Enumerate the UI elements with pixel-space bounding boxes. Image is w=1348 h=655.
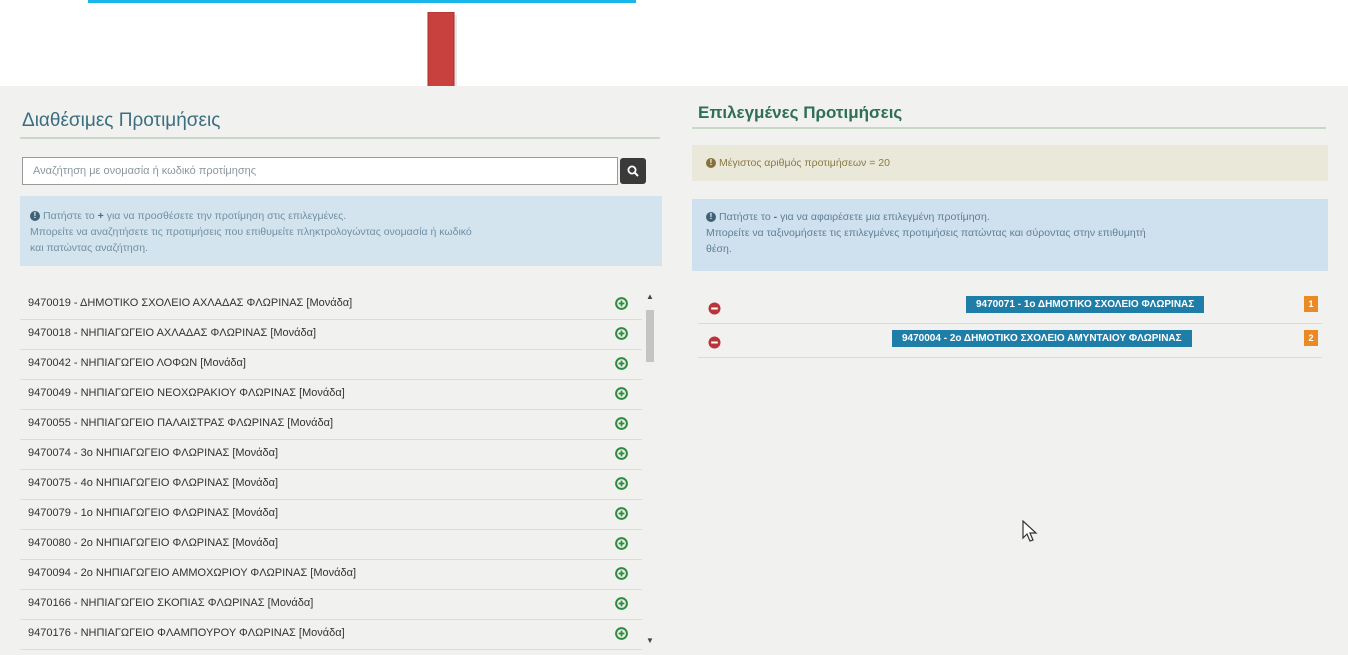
list-item-label: 9470094 - 2ο ΝΗΠΙΑΓΩΓΕΙΟ ΑΜΜΟΧΩΡΙΟΥ ΦΛΩΡ… [28, 567, 357, 579]
search-input[interactable]: Αναζήτηση με ονομασία ή κωδικό προτίμηση… [22, 157, 618, 185]
list-item-label: 9470074 - 3ο ΝΗΠΙΑΓΩΓΕΙΟ ΦΛΩΡΙΝΑΣ [Μονάδ… [28, 447, 279, 459]
list-item-label: 9470079 - 1ο ΝΗΠΙΑΓΩΓΕΙΟ ΦΛΩΡΙΝΑΣ [Μονάδ… [28, 507, 279, 519]
selected-item-label: 9470071 - 1ο ΔΗΜΟΤΙΚΟ ΣΧΟΛΕΙΟ ΦΛΩΡΙΝΑΣ [966, 296, 1205, 313]
list-item: 9470080 - 2ο ΝΗΠΙΑΓΩΓΕΙΟ ΦΛΩΡΙΝΑΣ [Μονάδ… [20, 530, 642, 560]
plus-circle-icon[interactable] [615, 597, 628, 610]
selected-item-label: 9470004 - 2ο ΔΗΜΟΤΙΚΟ ΣΧΟΛΕΙΟ ΑΜΥΝΤΑΙΟΥ … [892, 330, 1192, 347]
info-icon: ! [30, 211, 40, 222]
max-notice-text: Μέγιστος αριθμός προτιμήσεων = 20 [719, 157, 890, 169]
info-text: Πατήστε το [719, 211, 771, 223]
annotation-top-line [88, 0, 636, 3]
list-item: 9470055 - ΝΗΠΙΑΓΩΓΕΙΟ ΠΑΛΑΙΣΤΡΑΣ ΦΛΩΡΙΝΑ… [20, 410, 642, 440]
selected-item[interactable]: 9470071 - 1ο ΔΗΜΟΤΙΚΟ ΣΧΟΛΕΙΟ ΦΛΩΡΙΝΑΣ 1 [698, 290, 1322, 324]
list-item-label: 9470019 - ΔΗΜΟΤΙΚΟ ΣΧΟΛΕΙΟ ΑΧΛΑΔΑΣ ΦΛΩΡΙ… [28, 297, 353, 309]
list-item-label: 9470176 - ΝΗΠΙΑΓΩΓΕΙΟ ΦΛΑΜΠΟΥΡΟΥ ΦΛΩΡΙΝΑ… [28, 627, 345, 639]
list-item-label: 9470042 - ΝΗΠΙΑΓΩΓΕΙΟ ΛΟΦΩΝ [Μονάδα] [28, 357, 246, 369]
list-item-label: 9470080 - 2ο ΝΗΠΙΑΓΩΓΕΙΟ ΦΛΩΡΙΝΑΣ [Μονάδ… [28, 537, 279, 549]
list-item-label: 9470049 - ΝΗΠΙΑΓΩΓΕΙΟ ΝΕΟΧΩΡΑΚΙΟΥ ΦΛΩΡΙΝ… [28, 387, 345, 399]
info-text: για να αφαιρέσετε μια επιλεγμένη προτίμη… [780, 211, 990, 223]
info-text: και πατώντας αναζήτηση. [30, 242, 148, 254]
info-text: Μπορείτε να ταξινομήσετε τις επιλεγμένες… [706, 227, 1146, 239]
list-item: 9470075 - 4ο ΝΗΠΙΑΓΩΓΕΙΟ ΦΛΩΡΙΝΑΣ [Μονάδ… [20, 470, 642, 500]
search-button[interactable] [620, 158, 646, 184]
plus-circle-icon[interactable] [615, 327, 628, 340]
plus-circle-icon[interactable] [615, 447, 628, 460]
plus-circle-icon[interactable] [615, 477, 628, 490]
info-text: Πατήστε το [43, 210, 95, 222]
list-item-label: 9470166 - ΝΗΠΙΑΓΩΓΕΙΟ ΣΚΟΠΙΑΣ ΦΛΩΡΙΝΑΣ [… [28, 597, 314, 609]
plus-circle-icon[interactable] [615, 567, 628, 580]
plus-circle-icon[interactable] [615, 537, 628, 550]
max-preferences-notice: ! Μέγιστος αριθμός προτιμήσεων = 20 [692, 145, 1328, 181]
info-icon: ! [706, 158, 716, 169]
scroll-thumb[interactable] [646, 310, 654, 362]
title-divider [692, 127, 1326, 129]
info-text: Μπορείτε να αναζητήσετε τις προτιμήσεις … [30, 226, 472, 238]
selected-list: 9470071 - 1ο ΔΗΜΟΤΙΚΟ ΣΧΟΛΕΙΟ ΦΛΩΡΙΝΑΣ 1… [698, 290, 1322, 358]
list-scrollbar[interactable]: ▲ ▼ [643, 290, 657, 646]
order-badge: 1 [1304, 296, 1318, 312]
plus-circle-icon[interactable] [615, 297, 628, 310]
list-item: 9470049 - ΝΗΠΙΑΓΩΓΕΙΟ ΝΕΟΧΩΡΑΚΙΟΥ ΦΛΩΡΙΝ… [20, 380, 642, 410]
list-item: 9470094 - 2ο ΝΗΠΙΑΓΩΓΕΙΟ ΑΜΜΟΧΩΡΙΟΥ ΦΛΩΡ… [20, 560, 642, 590]
plus-circle-icon[interactable] [615, 357, 628, 370]
title-divider [20, 137, 660, 139]
list-item: 9470019 - ΔΗΜΟΤΙΚΟ ΣΧΟΛΕΙΟ ΑΧΛΑΔΑΣ ΦΛΩΡΙ… [20, 290, 642, 320]
plus-circle-icon[interactable] [615, 387, 628, 400]
minus-circle-icon[interactable] [708, 336, 721, 349]
list-item-label: 9470055 - ΝΗΠΙΑΓΩΓΕΙΟ ΠΑΛΑΙΣΤΡΑΣ ΦΛΩΡΙΝΑ… [28, 417, 334, 429]
list-item: 9470018 - ΝΗΠΙΑΓΩΓΕΙΟ ΑΧΛΑΔΑΣ ΦΛΩΡΙΝΑΣ [… [20, 320, 642, 350]
list-item: 9470042 - ΝΗΠΙΑΓΩΓΕΙΟ ΛΟΦΩΝ [Μονάδα] [20, 350, 642, 380]
available-preferences-title: Διαθέσιμες Προτιμήσεις [22, 110, 221, 131]
plus-circle-icon[interactable] [615, 507, 628, 520]
info-box-remove: ! Πατήστε το - για να αφαιρέσετε μια επιλ… [692, 199, 1328, 271]
plus-circle-icon[interactable] [615, 627, 628, 640]
selected-preferences-title: Επιλεγμένες Προτιμήσεις [698, 103, 903, 122]
list-item-label: 9470075 - 4ο ΝΗΠΙΑΓΩΓΕΙΟ ΦΛΩΡΙΝΑΣ [Μονάδ… [28, 477, 279, 489]
minus-icon: - [773, 211, 778, 223]
selected-item[interactable]: 9470004 - 2ο ΔΗΜΟΤΙΚΟ ΣΧΟΛΕΙΟ ΑΜΥΝΤΑΙΟΥ … [698, 324, 1322, 358]
order-badge: 2 [1304, 330, 1318, 346]
info-text: θέση. [706, 243, 732, 255]
plus-circle-icon[interactable] [615, 417, 628, 430]
list-item-label: 9470018 - ΝΗΠΙΑΓΩΓΕΙΟ ΑΧΛΑΔΑΣ ΦΛΩΡΙΝΑΣ [… [28, 327, 317, 339]
available-list: 9470019 - ΔΗΜΟΤΙΚΟ ΣΧΟΛΕΙΟ ΑΧΛΑΔΑΣ ΦΛΩΡΙ… [20, 290, 642, 650]
scroll-up-icon[interactable]: ▲ [643, 292, 657, 302]
info-text: για να προσθέσετε την προτίμηση στις επι… [106, 210, 347, 222]
info-box-add: ! Πατήστε το + για να προσθέσετε την προτ… [20, 196, 662, 266]
info-icon: ! [706, 212, 716, 223]
mouse-cursor-icon [1022, 520, 1038, 542]
plus-icon: + [97, 210, 104, 222]
list-item: 9470074 - 3ο ΝΗΠΙΑΓΩΓΕΙΟ ΦΛΩΡΙΝΑΣ [Μονάδ… [20, 440, 642, 470]
list-item: 9470176 - ΝΗΠΙΑΓΩΓΕΙΟ ΦΛΑΜΠΟΥΡΟΥ ΦΛΩΡΙΝΑ… [20, 620, 642, 650]
scroll-down-icon[interactable]: ▼ [643, 636, 657, 646]
list-item: 9470079 - 1ο ΝΗΠΙΑΓΩΓΕΙΟ ΦΛΩΡΙΝΑΣ [Μονάδ… [20, 500, 642, 530]
search-icon [627, 165, 639, 177]
list-item: 9470166 - ΝΗΠΙΑΓΩΓΕΙΟ ΣΚΟΠΙΑΣ ΦΛΩΡΙΝΑΣ [… [20, 590, 642, 620]
minus-circle-icon[interactable] [708, 302, 721, 315]
